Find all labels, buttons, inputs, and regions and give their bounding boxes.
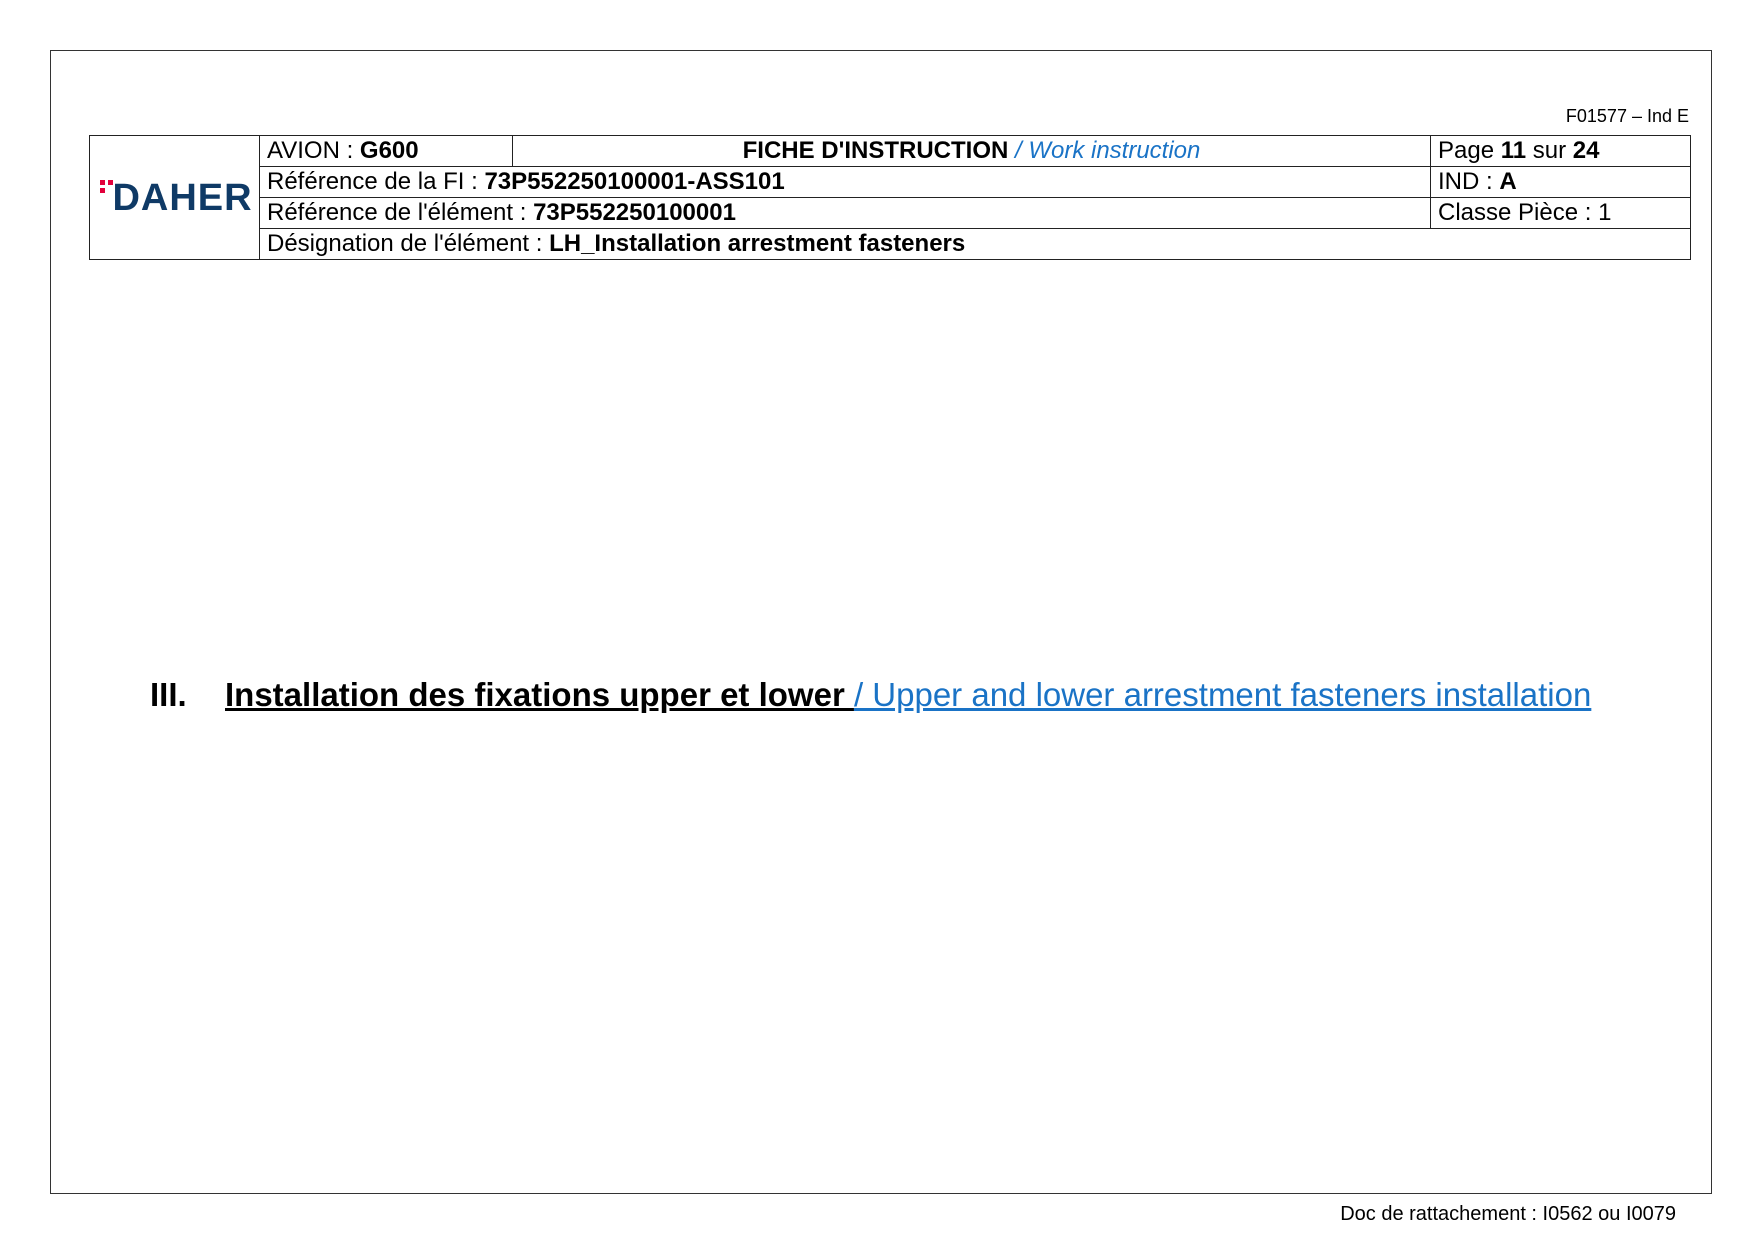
section-heading: III. Installation des fixations upper et … bbox=[150, 676, 1591, 714]
page-total: 24 bbox=[1572, 137, 1600, 164]
ind-label: IND : bbox=[1438, 168, 1500, 195]
ref-fi-value: 73P552250100001-ASS101 bbox=[484, 168, 785, 195]
logo-dots-icon bbox=[100, 179, 114, 194]
designation-label: Désignation de l'élément : bbox=[267, 230, 550, 257]
title-fr: FICHE D'INSTRUCTION bbox=[742, 137, 1009, 164]
page-current: 11 bbox=[1500, 137, 1527, 164]
avion-label: AVION : bbox=[267, 137, 360, 164]
page-label: Page bbox=[1438, 137, 1501, 164]
ref-fi-label: Référence de la FI : bbox=[267, 168, 485, 195]
title-cell: FICHE D'INSTRUCTION / Work instruction bbox=[512, 135, 1431, 167]
page-sep: sur bbox=[1526, 137, 1573, 164]
section-number: III. bbox=[150, 676, 187, 713]
footer-doc-reference: Doc de rattachement : I0562 ou I0079 bbox=[1340, 1203, 1676, 1225]
form-code: F01577 – Ind E bbox=[1565, 106, 1689, 126]
avion-value: G600 bbox=[359, 137, 419, 164]
section-title-fr: Installation des fixations upper et lowe… bbox=[225, 676, 854, 713]
logo-cell: DAHER bbox=[89, 135, 260, 260]
classe-cell: Classe Pièce : 1 bbox=[1430, 197, 1691, 229]
avion-cell: AVION : G600 bbox=[259, 135, 513, 167]
ref-elem-cell: Référence de l'élément : 73P552250100001 bbox=[259, 197, 1431, 229]
header-table: DAHER AVION : G600 FICHE D'INSTRUCTION /… bbox=[89, 135, 1691, 260]
ind-cell: IND : A bbox=[1430, 166, 1691, 198]
section-title-en: / Upper and lower arrestment fasteners i… bbox=[853, 676, 1592, 713]
ref-fi-cell: Référence de la FI : 73P552250100001-ASS… bbox=[259, 166, 1431, 198]
page-cell: Page 11 sur 24 bbox=[1430, 135, 1691, 167]
ind-value: A bbox=[1499, 168, 1517, 195]
ref-elem-label: Référence de l'élément : bbox=[267, 199, 534, 226]
designation-value: LH_Installation arrestment fasteners bbox=[549, 230, 966, 257]
logo-text: DAHER bbox=[112, 176, 253, 219]
ref-elem-value: 73P552250100001 bbox=[533, 199, 736, 226]
title-en: / Work instruction bbox=[1008, 137, 1201, 164]
designation-cell: Désignation de l'élément : LH_Installati… bbox=[259, 228, 1691, 260]
classe-label: Classe Pièce : 1 bbox=[1438, 199, 1612, 226]
daher-logo: DAHER bbox=[96, 178, 252, 218]
